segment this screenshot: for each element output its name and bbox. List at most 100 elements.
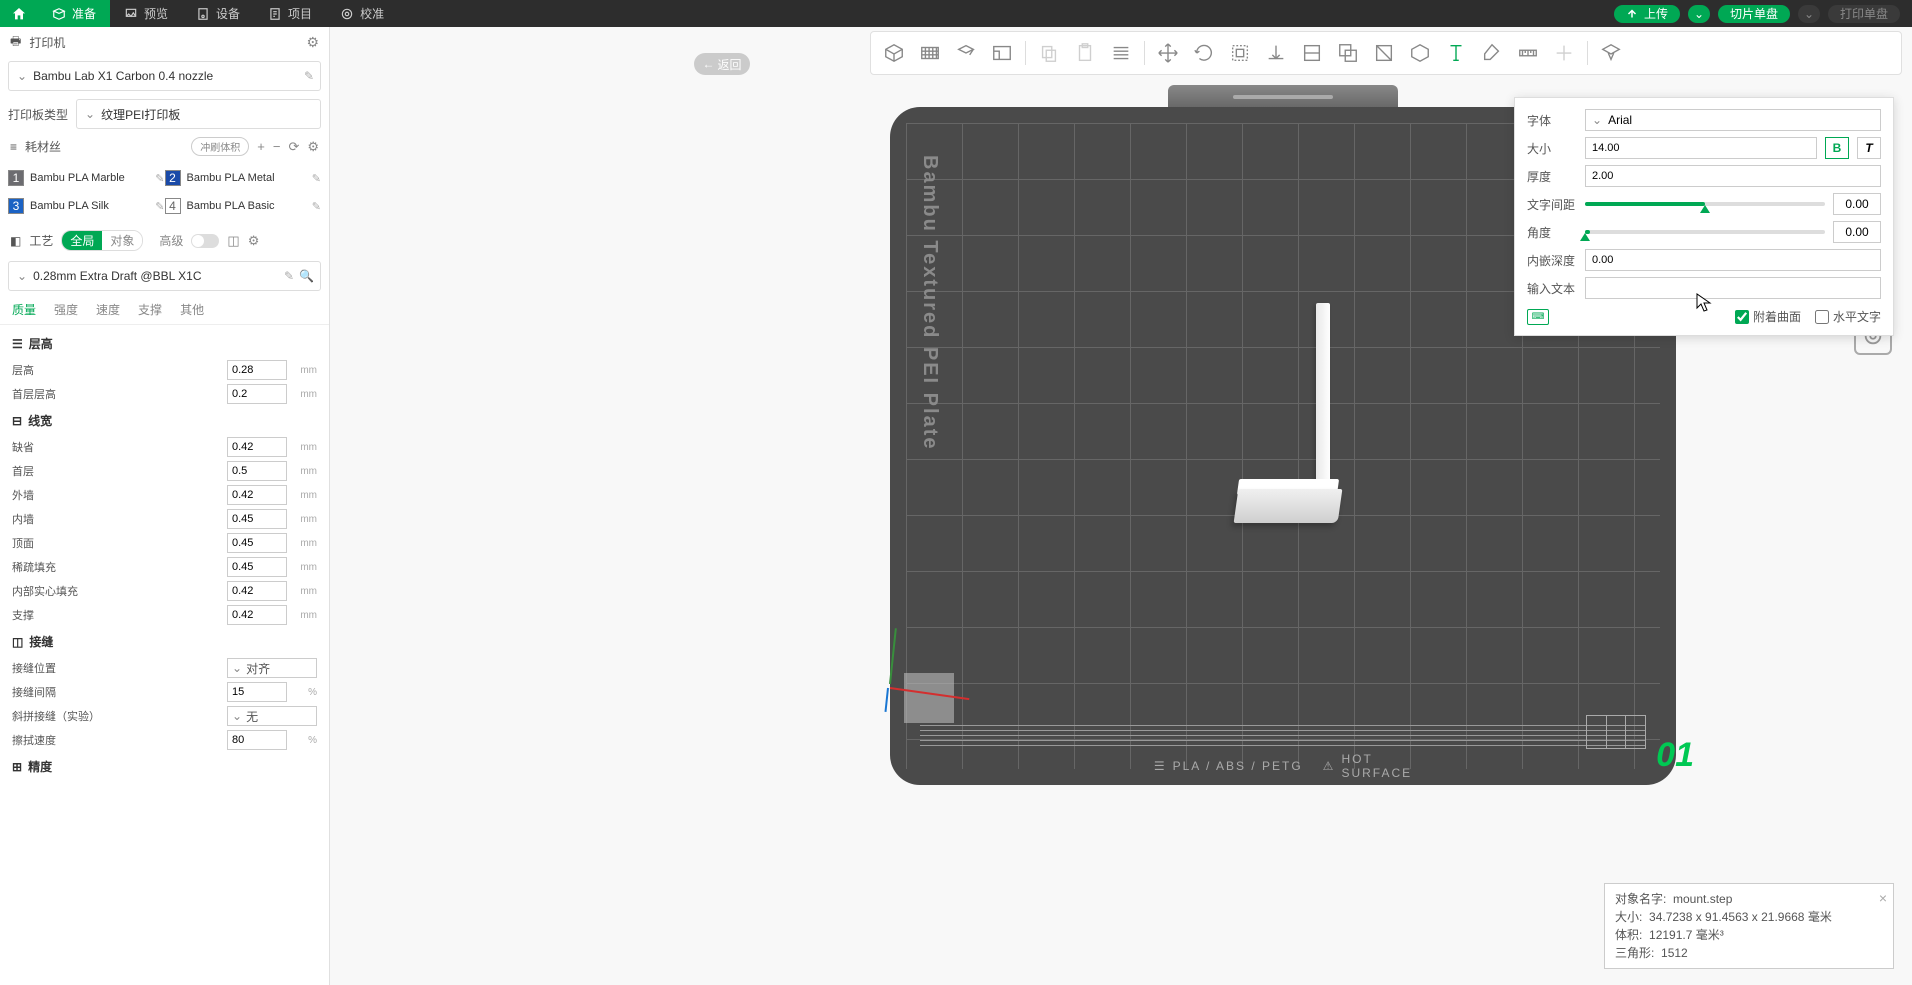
slice-dropdown-caret[interactable]: ⌄ [1688,5,1710,23]
scale-icon[interactable] [1223,36,1257,70]
viewport-3d[interactable]: ← 返回 [330,27,1912,985]
preset-value: 0.28mm Extra Draft @BBL X1C [33,269,201,283]
close-icon[interactable]: × [1879,888,1887,909]
edit-icon[interactable]: ✎ [284,269,294,283]
add-filament-icon[interactable]: + [257,139,265,154]
process-scope-toggle[interactable]: 全局 对象 [61,230,143,251]
filament-swatch: 4 [165,198,181,214]
printer-settings-icon[interactable]: ⚙ [306,34,319,51]
layer-height-input[interactable] [227,360,287,380]
tab-strength[interactable]: 强度 [54,301,78,318]
search-icon[interactable]: 🔍 [299,269,314,283]
edit-icon[interactable]: ✎ [312,172,321,185]
filament-settings-icon[interactable]: ⚙ [307,139,319,155]
italic-button[interactable]: T [1857,137,1881,159]
measure-icon[interactable] [1511,36,1545,70]
home-icon[interactable] [0,0,38,27]
orient-icon[interactable] [985,36,1019,70]
assembly-view-icon[interactable] [1594,36,1628,70]
rotate-icon[interactable] [1187,36,1221,70]
printer-select[interactable]: ⌄ Bambu Lab X1 Carbon 0.4 nozzle ✎ [8,61,321,91]
wipe-speed-input[interactable] [227,730,287,750]
tab-support[interactable]: 支撑 [138,301,162,318]
flush-volume-badge[interactable]: 冲刷体积 [191,137,249,156]
edit-icon[interactable]: ✎ [304,69,314,83]
compare-icon[interactable]: ◫ [227,233,239,249]
sync-filament-icon[interactable]: ⟳ [288,139,299,155]
upload-label: 上传 [1644,5,1668,22]
move-icon[interactable] [1151,36,1185,70]
info-name-label: 对象名字: [1615,892,1666,906]
paste-icon[interactable] [1068,36,1102,70]
bold-button[interactable]: B [1825,137,1849,159]
text-input[interactable] [1585,277,1881,299]
lw-sparse-input[interactable] [227,557,287,577]
print-dropdown-caret[interactable]: ⌄ [1798,5,1820,23]
tab-preview[interactable]: 预览 [110,0,182,27]
layers-icon[interactable] [1104,36,1138,70]
remove-filament-icon[interactable]: − [273,139,281,154]
lw-outer-input[interactable] [227,485,287,505]
process-preset-select[interactable]: ⌄ 0.28mm Extra Draft @BBL X1C ✎ 🔍 [8,261,321,291]
lw-first-input[interactable] [227,461,287,481]
back-button[interactable]: ← 返回 [694,53,750,75]
filament-item-2[interactable]: 2 Bambu PLA Metal ✎ [165,164,322,192]
tab-prepare[interactable]: 准备 [38,0,110,27]
group-precision[interactable]: ⊞精度 [0,752,329,781]
keyboard-icon[interactable]: ⌨ [1527,309,1549,325]
emboss-input[interactable] [1585,249,1881,271]
cut-icon[interactable] [1295,36,1329,70]
simplify-icon[interactable] [1403,36,1437,70]
mesh-bool-icon[interactable] [1331,36,1365,70]
group-layer-height[interactable]: ☰层高 [0,329,329,358]
angle-slider[interactable] [1585,230,1825,234]
filament-item-3[interactable]: 3 Bambu PLA Silk ✎ [8,192,165,220]
tab-project[interactable]: 项目 [254,0,326,27]
edit-icon[interactable]: ✎ [155,200,164,213]
tab-speed[interactable]: 速度 [96,301,120,318]
viewport-toolbar [870,31,1902,75]
lw-default-input[interactable] [227,437,287,457]
lw-inner-input[interactable] [227,509,287,529]
slice-button[interactable]: 切片单盘 [1718,5,1790,23]
thickness-input[interactable] [1585,165,1881,187]
char-spacing-slider[interactable] [1585,202,1825,206]
edit-icon[interactable]: ✎ [312,200,321,213]
mesh-repair-icon[interactable] [1367,36,1401,70]
filament-item-1[interactable]: 1 Bambu PLA Marble ✎ [8,164,165,192]
paint-icon[interactable] [1475,36,1509,70]
upload-button[interactable]: 上传 [1614,5,1680,23]
info-volume-label: 体积: [1615,928,1642,942]
model-object[interactable] [1210,303,1340,563]
scarf-seam-select[interactable]: ⌄无 [227,706,317,726]
add-cube-icon[interactable] [877,36,911,70]
copy-icon[interactable] [1032,36,1066,70]
process-settings-icon[interactable]: ⚙ [248,233,260,249]
lw-top-input[interactable] [227,533,287,553]
edit-icon[interactable]: ✎ [155,172,164,185]
tab-calibrate[interactable]: 校准 [326,0,398,27]
plate-type-select[interactable]: ⌄ 纹理PEI打印板 [76,99,321,129]
arrange-icon[interactable] [949,36,983,70]
font-select[interactable]: ⌄Arial [1585,109,1881,131]
size-input[interactable] [1585,137,1817,159]
tab-quality[interactable]: 质量 [12,301,36,318]
attach-surface-checkbox[interactable]: 附着曲面 [1735,308,1801,325]
lw-support-input[interactable] [227,605,287,625]
advanced-toggle[interactable] [191,234,219,248]
first-layer-height-input[interactable] [227,384,287,404]
scope-global: 全局 [62,231,102,250]
tab-device[interactable]: 设备 [182,0,254,27]
filament-item-4[interactable]: 4 Bambu PLA Basic ✎ [165,192,322,220]
tab-other[interactable]: 其他 [180,301,204,318]
group-line-width[interactable]: ⊟线宽 [0,406,329,435]
horizontal-text-checkbox[interactable]: 水平文字 [1815,308,1881,325]
seam-position-select[interactable]: ⌄对齐 [227,658,317,678]
lw-solid-input[interactable] [227,581,287,601]
flatten-icon[interactable] [1259,36,1293,70]
assembly-icon[interactable] [1547,36,1581,70]
add-plate-icon[interactable] [913,36,947,70]
seam-gap-input[interactable] [227,682,287,702]
text-tool-icon[interactable] [1439,36,1473,70]
group-seam[interactable]: ◫接缝 [0,627,329,656]
